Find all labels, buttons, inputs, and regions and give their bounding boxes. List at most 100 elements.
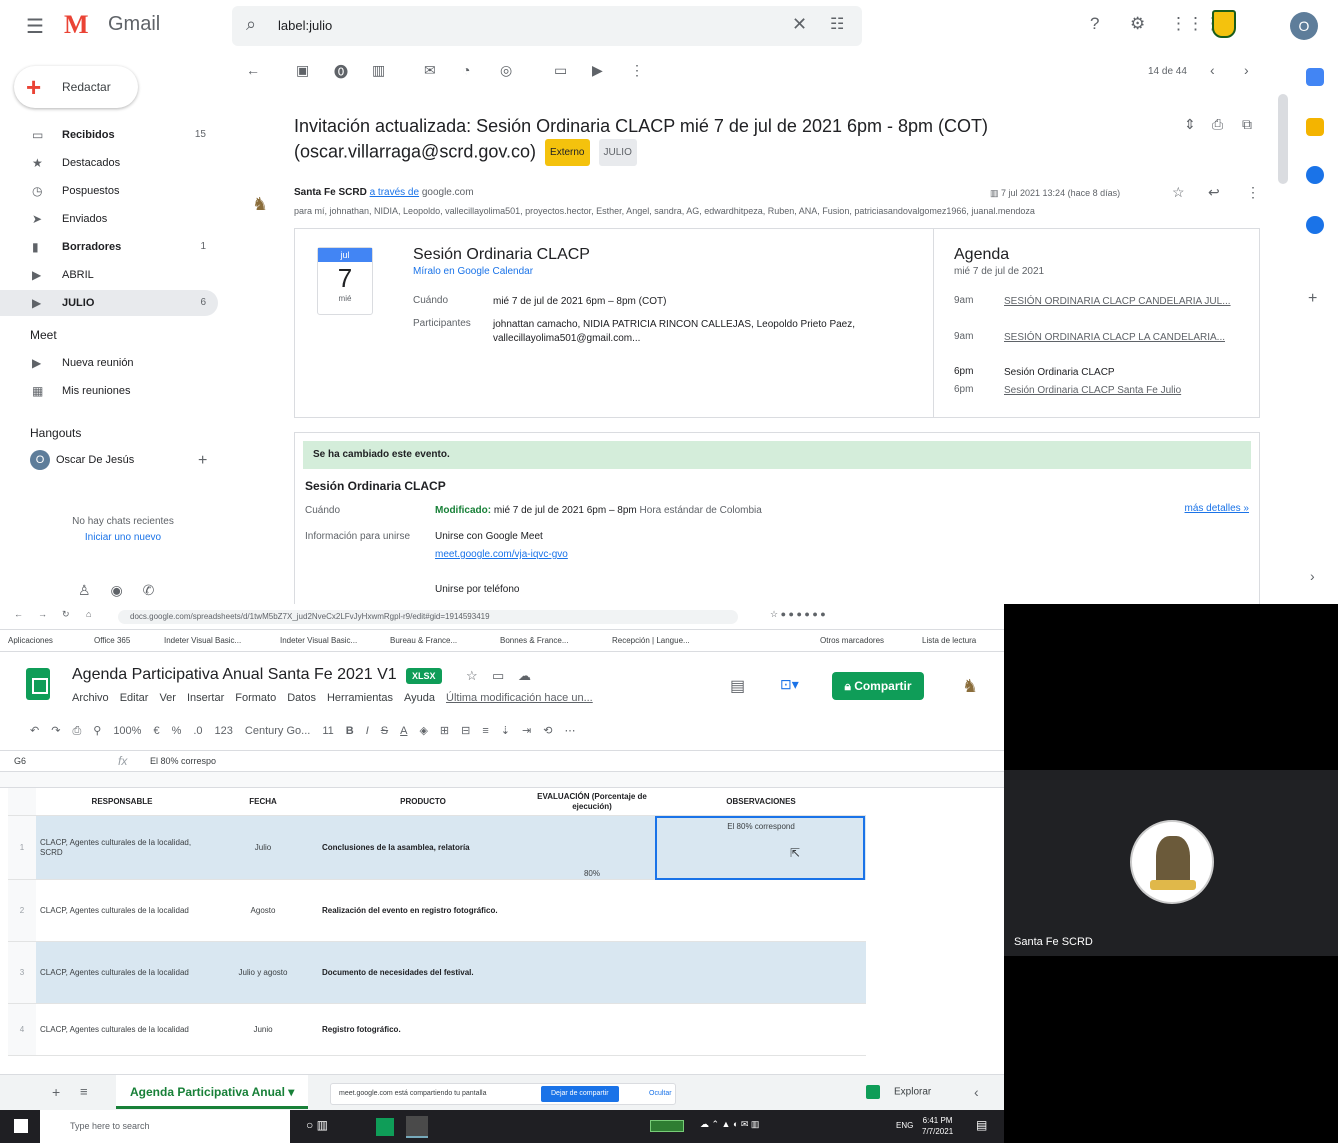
add-chat-icon[interactable]: +	[198, 452, 207, 470]
home-icon[interactable]: ⌂	[86, 609, 91, 619]
side-panel-toggle-icon[interactable]: ‹	[974, 1084, 979, 1100]
align-icon[interactable]: ≡	[482, 725, 488, 737]
add-task-icon[interactable]: ◎	[500, 62, 512, 79]
windows-start-icon[interactable]	[14, 1119, 28, 1133]
text-color-icon[interactable]: A	[400, 725, 407, 737]
header-cell[interactable]: OBSERVACIONES	[656, 788, 866, 815]
strike-icon[interactable]: S	[381, 725, 388, 737]
sidebar-item-abril[interactable]: ▶ ABRIL	[0, 262, 218, 288]
wrap-icon[interactable]: ⇥	[522, 725, 531, 737]
menu-file[interactable]: Archivo	[72, 692, 109, 704]
cell-producto[interactable]: Registro fotográfico.	[318, 1004, 528, 1055]
more-options-icon[interactable]: ⋮	[1246, 184, 1260, 201]
share-button[interactable]: 🔒︎ Compartir	[832, 672, 924, 700]
row-number[interactable]: 4	[8, 1004, 36, 1055]
cell-producto[interactable]: Conclusiones de la asamblea, relatoría	[318, 816, 528, 879]
decimal-icon[interactable]: .0	[193, 725, 202, 737]
url-input[interactable]: docs.google.com/spreadsheets/d/1twM5bZ7X…	[118, 610, 738, 624]
new-meeting-item[interactable]: ▶ Nueva reunión	[0, 350, 218, 376]
gear-icon[interactable]: ⚙	[1130, 14, 1145, 34]
person-icon[interactable]: ♙	[78, 582, 91, 598]
bookmark-item[interactable]: Indeter Visual Basic...	[164, 636, 241, 645]
delete-icon[interactable]: ▥	[372, 62, 385, 79]
all-sheets-icon[interactable]: ≡	[80, 1084, 88, 1099]
cell-evaluacion[interactable]: 80%	[528, 816, 656, 879]
sender-via[interactable]: a través de	[370, 187, 419, 198]
back-icon[interactable]: ←	[14, 609, 23, 619]
help-icon[interactable]: ?	[1090, 14, 1099, 34]
sender-name[interactable]: Santa Fe SCRD	[294, 187, 367, 198]
menu-tools[interactable]: Herramientas	[327, 692, 393, 704]
more-vert-icon[interactable]: ⋮	[630, 62, 644, 79]
sidebar-item-snoozed[interactable]: ◷ Pospuestos	[0, 178, 218, 204]
cell-responsable[interactable]: CLACP, Agentes culturales de la localida…	[36, 1004, 208, 1055]
paint-format-icon[interactable]: ⚲	[93, 725, 101, 737]
extensions-icon[interactable]: ☆ ● ● ● ● ● ●	[770, 609, 826, 620]
chrome-taskbar-icon[interactable]	[406, 1116, 428, 1138]
system-tray-icons[interactable]: ☁ ⌃ ▲ ◐ ✉ ▥	[700, 1119, 759, 1130]
zoom-select[interactable]: 100%	[113, 725, 141, 737]
taskbar-search[interactable]: Type here to search	[40, 1110, 290, 1143]
header-cell[interactable]: FECHA	[208, 788, 318, 815]
back-arrow-icon[interactable]: ←	[246, 62, 260, 78]
scrollbar[interactable]	[1278, 94, 1288, 184]
sidebar-item-sent[interactable]: ➤ Enviados	[0, 206, 218, 232]
menu-data[interactable]: Datos	[287, 692, 316, 704]
bookmark-item[interactable]: Bonnes & France...	[500, 636, 568, 645]
cell-evaluacion[interactable]	[528, 880, 656, 941]
font-select[interactable]: Century Go...	[245, 725, 310, 737]
label-external[interactable]: Externo	[545, 139, 590, 166]
selected-cell[interactable]	[655, 816, 865, 880]
header-cell[interactable]: RESPONSABLE	[36, 788, 208, 815]
bookmark-item[interactable]: Indeter Visual Basic...	[280, 636, 357, 645]
agenda-event[interactable]: 9am SESIÓN ORDINARIA CLACP CANDELARIA JUL…	[954, 295, 1254, 323]
cell-evaluacion[interactable]	[528, 1004, 656, 1055]
cell-fecha[interactable]: Julio y agosto	[208, 942, 318, 1003]
newer-icon[interactable]: ‹	[1210, 62, 1215, 78]
bookmark-other[interactable]: Otros marcadores	[820, 636, 884, 645]
font-size-select[interactable]: 11	[322, 725, 333, 737]
expand-all-icon[interactable]: ⇕	[1184, 116, 1196, 133]
percent-icon[interactable]: %	[172, 725, 182, 737]
number-format-select[interactable]: 123	[215, 725, 233, 737]
reload-icon[interactable]: ↻	[62, 609, 70, 620]
account-avatar[interactable]: ♞	[962, 676, 978, 697]
cell-producto[interactable]: Realización del evento en registro fotog…	[318, 880, 528, 941]
excel-taskbar-icon[interactable]	[376, 1118, 394, 1136]
sidebar-item-inbox[interactable]: ▭ Recibidos 15	[0, 122, 218, 148]
menu-format[interactable]: Formato	[235, 692, 276, 704]
row-number[interactable]: 1	[8, 816, 36, 879]
taskbar-clock[interactable]: 6:41 PM 7/7/2021	[922, 1115, 953, 1137]
more-details-link[interactable]: más detalles »	[1185, 503, 1249, 514]
search-options-icon[interactable]: ☷	[830, 14, 844, 34]
language-indicator[interactable]: ENG	[896, 1121, 913, 1130]
bold-icon[interactable]: B	[346, 725, 354, 737]
move-to-icon[interactable]: ▭	[554, 62, 567, 79]
row-number[interactable]: 3	[8, 942, 36, 1003]
cell-fecha[interactable]: Junio	[208, 1004, 318, 1055]
cell-responsable[interactable]: CLACP, Agentes culturales de la localida…	[36, 816, 208, 879]
keep-app-icon[interactable]	[1306, 118, 1324, 136]
add-sheet-icon[interactable]: +	[52, 1084, 60, 1100]
menu-insert[interactable]: Insertar	[187, 692, 224, 704]
label-julio[interactable]: JULIO	[598, 139, 637, 166]
cloud-status-icon[interactable]: ☁	[518, 668, 531, 684]
cell-reference[interactable]: G6	[14, 756, 26, 766]
star-icon[interactable]: ☆	[1172, 184, 1185, 201]
formula-input[interactable]: El 80% correspo	[150, 756, 216, 766]
header-cell[interactable]: PRODUCTO	[318, 788, 528, 815]
expand-panel-icon[interactable]: ›	[1310, 568, 1315, 584]
sidebar-item-julio[interactable]: ▶ JULIO 6	[0, 290, 218, 316]
search-icon[interactable]: ⌕	[246, 14, 256, 35]
present-meet-icon[interactable]: ⊡▾	[780, 676, 799, 693]
fill-color-icon[interactable]: ◈	[419, 725, 427, 737]
report-spam-icon[interactable]: ⓿	[334, 62, 348, 82]
stop-sharing-button[interactable]: Dejar de compartir	[541, 1086, 619, 1102]
menu-view[interactable]: Ver	[159, 692, 176, 704]
print-icon[interactable]: ⎙	[1212, 116, 1223, 133]
add-addon-icon[interactable]: +	[1308, 290, 1317, 308]
cell-evaluacion[interactable]	[528, 942, 656, 1003]
bookmark-reading-list[interactable]: Lista de lectura	[922, 636, 976, 645]
my-meetings-item[interactable]: ▦ Mis reuniones	[0, 378, 218, 404]
cell-responsable[interactable]: CLACP, Agentes culturales de la localida…	[36, 880, 208, 941]
